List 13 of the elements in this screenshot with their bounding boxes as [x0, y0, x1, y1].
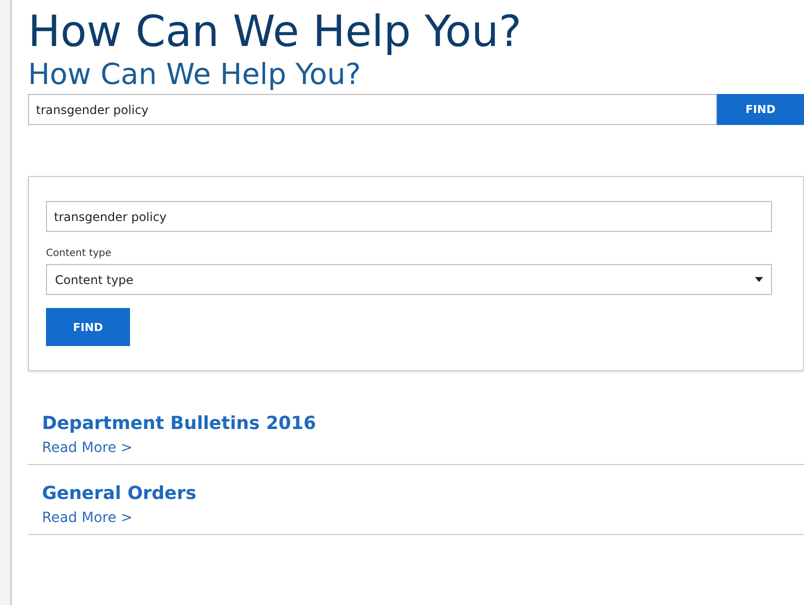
page-title: How Can We Help You?: [28, 8, 523, 56]
read-more-link[interactable]: Read More >: [42, 440, 133, 456]
result-title[interactable]: Department Bulletins 2016: [42, 413, 804, 434]
read-more-link[interactable]: Read More >: [42, 510, 133, 526]
page-subtitle: How Can We Help You?: [28, 58, 362, 90]
search-field[interactable]: transgender policy: [28, 94, 717, 125]
find-button[interactable]: FIND: [717, 94, 804, 125]
field-label: Content type: [46, 248, 112, 259]
result-title[interactable]: General Orders: [42, 483, 804, 504]
find-button[interactable]: FIND: [46, 308, 130, 346]
query-field[interactable]: transgender policy: [46, 201, 772, 232]
caret-icon: [755, 277, 763, 282]
content-type-select[interactable]: Content type: [46, 264, 772, 295]
